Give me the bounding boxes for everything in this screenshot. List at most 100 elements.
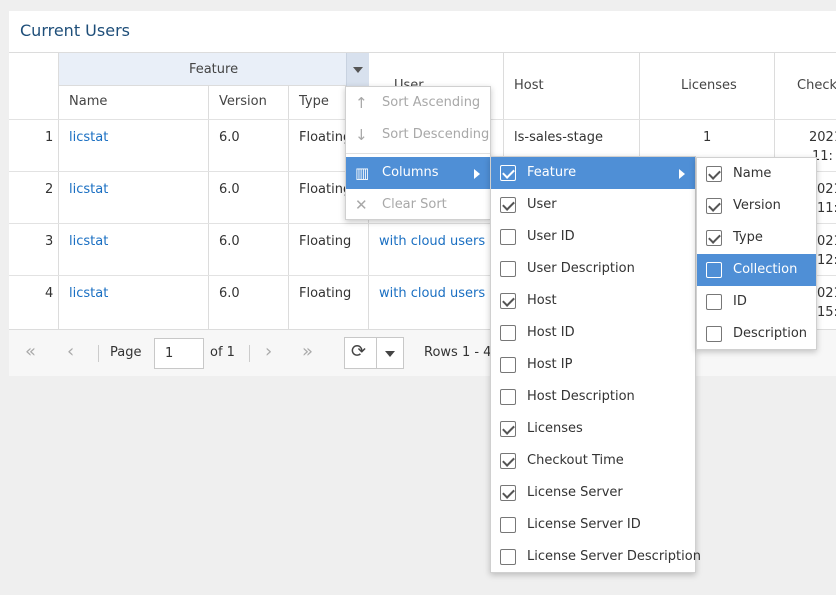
checkbox-unchecked[interactable] bbox=[706, 294, 722, 310]
checkbox-checked[interactable] bbox=[500, 197, 516, 213]
column-toggle-label: Feature bbox=[527, 165, 577, 180]
checkbox-unchecked[interactable] bbox=[500, 549, 516, 565]
checkbox-unchecked[interactable] bbox=[500, 357, 516, 373]
sort-ascending-item[interactable]: ↑ Sort Ascending bbox=[346, 87, 490, 119]
version-cell: 6.0 bbox=[219, 182, 240, 197]
page-number-input[interactable] bbox=[154, 338, 204, 369]
column-toggle-item[interactable]: Host bbox=[491, 285, 695, 317]
close-icon: ✕ bbox=[355, 196, 368, 214]
checkbox-checked[interactable] bbox=[706, 198, 722, 214]
column-toggle-label: User ID bbox=[527, 229, 575, 244]
sort-ascending-icon: ↑ bbox=[355, 94, 368, 112]
previous-page-icon[interactable]: ‹ bbox=[67, 341, 74, 362]
feature-column-toggle-label: Type bbox=[733, 230, 763, 245]
checkbox-unchecked[interactable] bbox=[706, 262, 722, 278]
checkbox-unchecked[interactable] bbox=[500, 229, 516, 245]
row-number: 4 bbox=[45, 286, 54, 301]
chevron-down-icon[interactable] bbox=[385, 351, 395, 357]
sort-descending-item[interactable]: ↓ Sort Descending bbox=[346, 119, 490, 151]
feature-name-link[interactable]: licstat bbox=[69, 234, 108, 249]
column-toggle-label: User bbox=[527, 197, 557, 212]
column-toggle-label: Host IP bbox=[527, 357, 573, 372]
column-toggle-item[interactable]: User Description bbox=[491, 253, 695, 285]
feature-column-toggle-item[interactable]: Collection bbox=[697, 254, 816, 286]
feature-column-toggle-item[interactable]: Description bbox=[697, 318, 816, 350]
user-link[interactable]: with cloud users bbox=[379, 234, 485, 249]
feature-group-header[interactable]: Feature bbox=[59, 53, 369, 86]
next-page-icon[interactable]: › bbox=[265, 341, 272, 362]
refresh-button-group: ⟳ bbox=[344, 337, 404, 369]
feature-column-toggle-label: ID bbox=[733, 294, 747, 309]
columns-icon: ▥ bbox=[355, 164, 370, 182]
row-number: 3 bbox=[45, 234, 54, 249]
checkbox-checked[interactable] bbox=[500, 453, 516, 469]
checkout-cell: 021 bbox=[817, 182, 836, 197]
feature-column-toggle-item[interactable]: ID bbox=[697, 286, 816, 318]
column-toggle-item[interactable]: Licenses bbox=[491, 413, 695, 445]
column-toggle-label: Host bbox=[527, 293, 557, 308]
checkbox-unchecked[interactable] bbox=[500, 261, 516, 277]
column-toggle-item[interactable]: Host ID bbox=[491, 317, 695, 349]
column-toggle-item[interactable]: User ID bbox=[491, 221, 695, 253]
checkbox-checked[interactable] bbox=[500, 293, 516, 309]
column-toggle-label: License Server ID bbox=[527, 517, 641, 532]
rows-range-label: Rows 1 - 4 bbox=[424, 345, 492, 360]
column-menu-button[interactable] bbox=[346, 53, 369, 86]
feature-name-link[interactable]: licstat bbox=[69, 286, 108, 301]
first-page-icon[interactable]: « bbox=[25, 341, 36, 362]
checkout-cell: 021 bbox=[817, 234, 836, 249]
column-header-version[interactable]: Version bbox=[219, 94, 267, 109]
column-toggle-item[interactable]: User bbox=[491, 189, 695, 221]
chevron-right-icon bbox=[474, 169, 480, 179]
column-toggle-item[interactable]: License Server bbox=[491, 477, 695, 509]
feature-name-link[interactable]: licstat bbox=[69, 130, 108, 145]
column-header-host[interactable]: Host bbox=[514, 78, 544, 93]
feature-column-toggle-item[interactable]: Type bbox=[697, 222, 816, 254]
column-toggle-item[interactable]: Host IP bbox=[491, 349, 695, 381]
column-toggle-label: License Server bbox=[527, 485, 623, 500]
sort-descending-icon: ↓ bbox=[355, 126, 368, 144]
columns-submenu: Feature User User ID User Description Host Ho… bbox=[490, 156, 701, 573]
checkbox-checked[interactable] bbox=[706, 166, 722, 182]
checkbox-checked[interactable] bbox=[500, 485, 516, 501]
checkbox-unchecked[interactable] bbox=[500, 325, 516, 341]
refresh-icon[interactable]: ⟳ bbox=[351, 341, 366, 362]
feature-column-toggle-item[interactable]: Name bbox=[697, 158, 816, 190]
last-page-icon[interactable]: » bbox=[302, 341, 313, 362]
feature-columns-submenu: Name Version Type Collection ID Description bbox=[696, 157, 817, 350]
checkbox-checked[interactable] bbox=[500, 165, 516, 181]
checkbox-unchecked[interactable] bbox=[706, 326, 722, 342]
checkbox-unchecked[interactable] bbox=[500, 389, 516, 405]
chevron-down-icon bbox=[353, 67, 363, 73]
column-toggle-label: Licenses bbox=[527, 421, 583, 436]
checkout-cell-time: 15: bbox=[817, 305, 836, 320]
feature-name-link[interactable]: licstat bbox=[69, 182, 108, 197]
host-cell: ls-sales-stage bbox=[514, 130, 603, 145]
column-toggle-item[interactable]: Host Description bbox=[491, 381, 695, 413]
checkbox-checked[interactable] bbox=[706, 230, 722, 246]
checkbox-checked[interactable] bbox=[500, 421, 516, 437]
column-toggle-label: Host Description bbox=[527, 389, 635, 404]
feature-column-toggle-label: Collection bbox=[733, 262, 798, 277]
type-cell: Floating bbox=[299, 130, 352, 145]
column-toggle-label: Checkout Time bbox=[527, 453, 624, 468]
column-toggle-item[interactable]: Checkout Time bbox=[491, 445, 695, 477]
page-label: Page bbox=[110, 345, 142, 360]
columns-item[interactable]: ▥ Columns bbox=[346, 157, 490, 189]
column-header-type[interactable]: Type bbox=[299, 94, 329, 109]
column-toggle-item[interactable]: License Server ID bbox=[491, 509, 695, 541]
version-cell: 6.0 bbox=[219, 286, 240, 301]
checkout-cell: 021 bbox=[817, 286, 836, 301]
column-header-checkout[interactable]: Checko bbox=[797, 78, 836, 93]
column-header-name[interactable]: Name bbox=[69, 94, 107, 109]
checkbox-unchecked[interactable] bbox=[500, 517, 516, 533]
column-toggle-item[interactable]: Feature bbox=[491, 157, 695, 189]
column-toggle-label: License Server Description bbox=[527, 549, 701, 564]
checkout-cell-time: 12: bbox=[817, 253, 836, 268]
clear-sort-item[interactable]: ✕ Clear Sort bbox=[346, 189, 490, 221]
feature-column-toggle-item[interactable]: Version bbox=[697, 190, 816, 222]
user-link[interactable]: with cloud users bbox=[379, 286, 485, 301]
column-toggle-item[interactable]: License Server Description bbox=[491, 541, 701, 573]
column-header-licenses[interactable]: Licenses bbox=[681, 78, 737, 93]
checkout-cell-time: 11: bbox=[817, 201, 836, 216]
